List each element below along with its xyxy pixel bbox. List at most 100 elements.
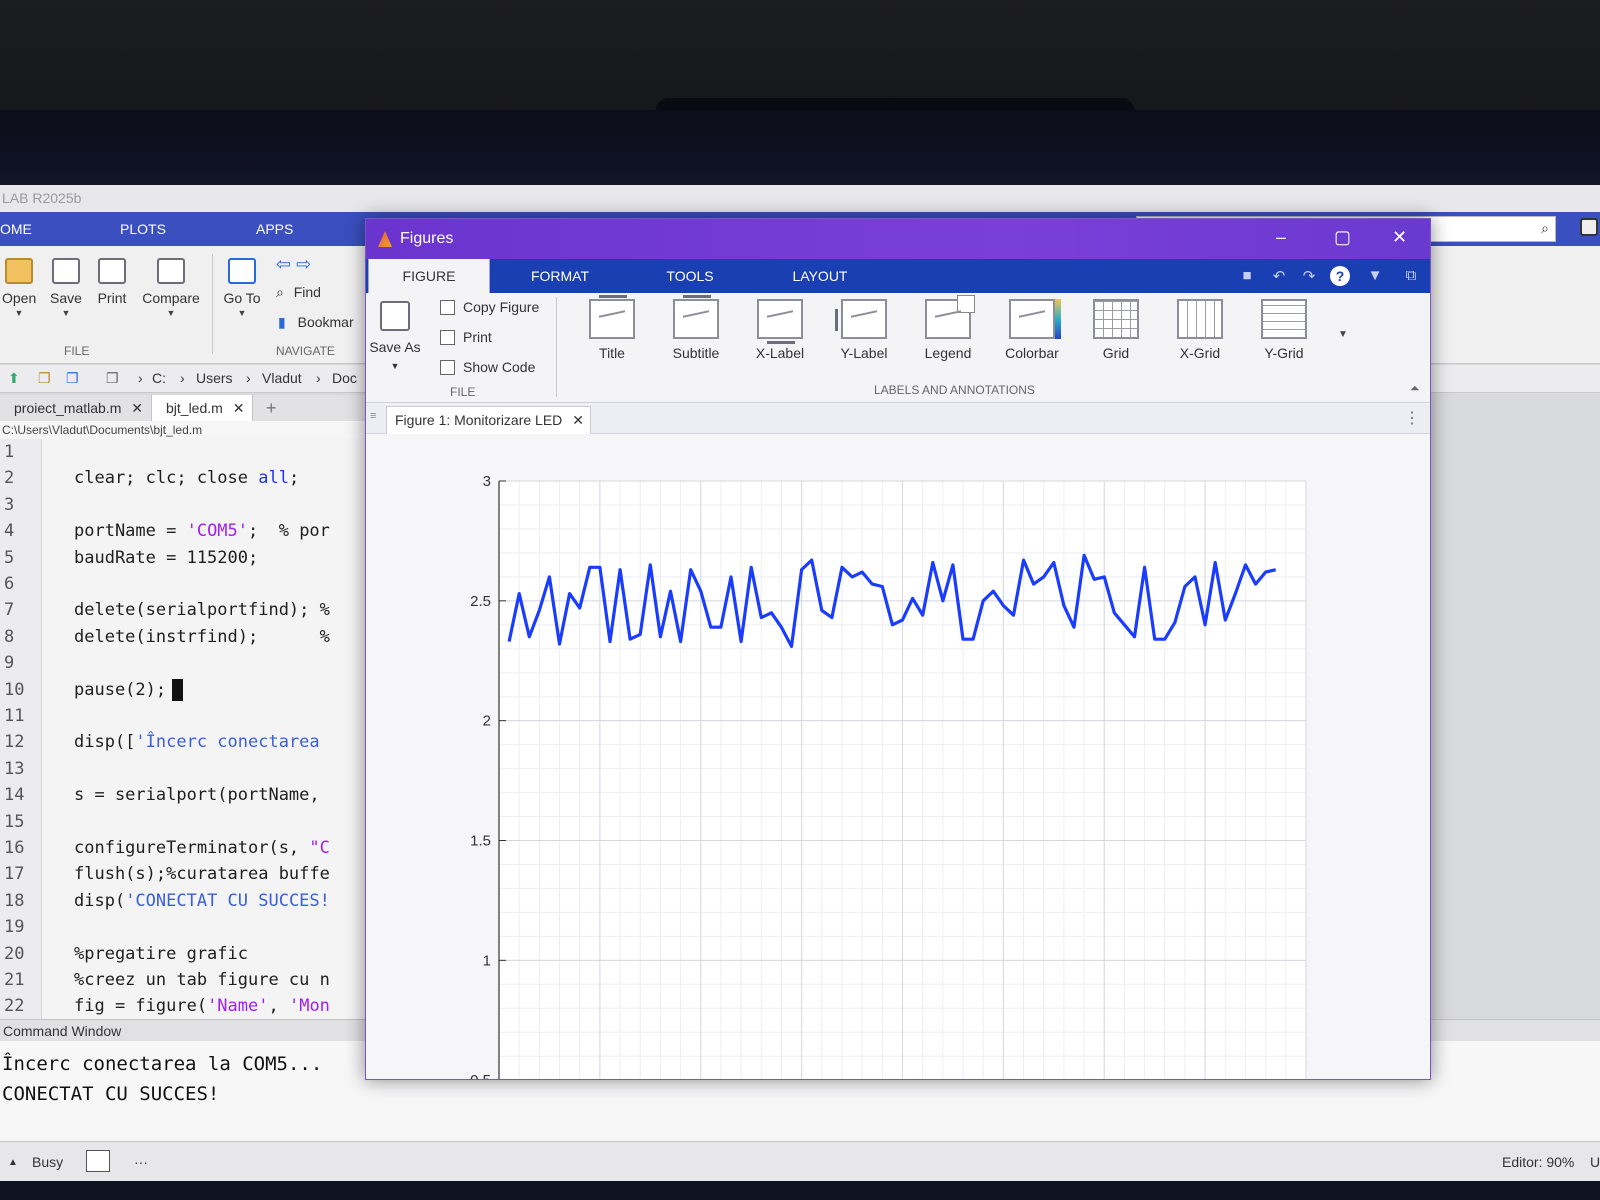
line-number: 15 xyxy=(4,811,25,832)
grid-button[interactable]: Grid xyxy=(1078,299,1154,361)
copy-figure-button[interactable]: Copy Figure xyxy=(440,299,539,315)
close-icon[interactable]: ✕ xyxy=(131,400,143,416)
breadcrumb-item[interactable]: Vladut xyxy=(262,370,302,386)
figure-tab[interactable]: Figure 1: Monitorizare LED ✕ xyxy=(386,406,591,434)
print-button[interactable]: Print xyxy=(92,258,132,306)
screen-top-edge xyxy=(0,110,1600,185)
code-line[interactable]: 2 clear; clc; close all; xyxy=(0,465,370,491)
close-icon[interactable]: ✕ xyxy=(572,412,584,428)
tab-plots[interactable]: PLOTS xyxy=(120,212,166,246)
x-label-button[interactable]: X-Label xyxy=(742,299,818,361)
legend-button-label: Legend xyxy=(924,345,972,361)
browse-folder-icon[interactable]: ❐ xyxy=(38,370,51,387)
save-icon[interactable]: ■ xyxy=(1238,267,1256,285)
breadcrumb-separator: › xyxy=(180,370,185,386)
file-tab[interactable]: bjt_led.m ✕ xyxy=(152,395,254,421)
breadcrumb-item[interactable]: Doc xyxy=(332,370,357,386)
code-token: 'Name' xyxy=(207,996,269,1017)
minimize-icon[interactable]: – xyxy=(1276,227,1286,248)
code-line[interactable]: 4 portName = 'COM5'; % por xyxy=(0,518,370,544)
y-grid-icon xyxy=(1261,299,1307,339)
code-line[interactable]: 7 delete(serialportfind); % xyxy=(0,597,370,623)
open-button[interactable]: Open ▼ xyxy=(2,258,36,318)
code-line[interactable]: 5 baudRate = 115200; xyxy=(0,545,370,571)
expand-gallery-icon[interactable]: ▼ xyxy=(1338,329,1348,340)
go-to-button[interactable]: Go To ▼ xyxy=(220,258,264,318)
code-line[interactable]: 20 %pregatire grafic xyxy=(0,941,370,967)
tab-tools[interactable]: TOOLS xyxy=(630,259,750,293)
drag-handle-icon[interactable]: ≡ xyxy=(370,410,376,422)
back-forward-icons[interactable]: ⇦ ⇨ xyxy=(276,254,311,275)
code-line[interactable]: 15 xyxy=(0,809,370,835)
title-button[interactable]: Title xyxy=(574,295,650,361)
chevron-down-icon: ▼ xyxy=(166,308,176,318)
code-line[interactable]: 21 %creez un tab figure cu n xyxy=(0,967,370,993)
chevron-up-icon[interactable]: ▲ xyxy=(8,1157,18,1168)
show-code-label: Show Code xyxy=(463,359,536,375)
breadcrumb-item[interactable]: Users xyxy=(196,370,233,386)
layout-icon[interactable] xyxy=(1580,218,1598,236)
print-figure-button[interactable]: Print xyxy=(440,329,492,345)
add-tab-icon[interactable]: + xyxy=(252,395,285,421)
file-section-label: FILE xyxy=(450,385,476,399)
figures-tabstrip: FIGURE FORMAT TOOLS LAYOUT ■ ↶ ↷ ? ▼ ⧉ xyxy=(366,259,1430,293)
code-line[interactable]: 13 xyxy=(0,756,370,782)
bookmark-button[interactable]: ▮ Bookmar xyxy=(278,314,354,331)
terminal-icon[interactable] xyxy=(86,1150,110,1172)
code-line[interactable]: 18 disp('CONECTAT CU SUCCES! xyxy=(0,888,370,914)
code-line[interactable]: 11 xyxy=(0,703,370,729)
collapse-toolstrip-icon[interactable]: ⏶ xyxy=(1410,381,1420,396)
code-line[interactable]: 10 pause(2); xyxy=(0,677,370,703)
code-editor[interactable]: 1 2 clear; clc; close all; 3 4 portName = 'CO… xyxy=(0,439,370,1019)
code-line[interactable]: 16 configureTerminator(s, "C xyxy=(0,835,370,861)
close-icon[interactable]: ✕ xyxy=(233,400,245,416)
help-icon[interactable]: ? xyxy=(1330,266,1350,286)
x-label-icon xyxy=(757,299,803,344)
redo-icon[interactable]: ↷ xyxy=(1300,267,1318,285)
legend-button[interactable]: Legend xyxy=(910,295,986,361)
code-line[interactable]: 3 xyxy=(0,492,370,518)
tab-format[interactable]: FORMAT xyxy=(500,259,620,293)
tab-home[interactable]: OME xyxy=(0,212,32,246)
subtitle-button[interactable]: Subtitle xyxy=(658,295,734,361)
folder-up-icon[interactable]: ⬆ xyxy=(8,370,20,387)
more-options-icon[interactable]: ⋮ xyxy=(1404,408,1420,428)
find-button[interactable]: ⌕ Find xyxy=(276,284,321,301)
find-label: Find xyxy=(293,284,321,300)
save-as-button[interactable]: Save As ▼ xyxy=(366,301,424,371)
code-line[interactable]: 6 xyxy=(0,571,370,597)
x-grid-button[interactable]: X-Grid xyxy=(1162,299,1238,361)
code-text: s = serialport(portName, xyxy=(74,782,320,808)
code-line[interactable]: 22 fig = figure('Name', 'Mon xyxy=(0,993,370,1019)
y-grid-button[interactable]: Y-Grid xyxy=(1246,299,1322,361)
line-number: 2 xyxy=(4,468,15,489)
more-icon[interactable]: ··· xyxy=(134,1154,148,1170)
colorbar-button[interactable]: Colorbar xyxy=(994,299,1070,361)
chevron-down-icon[interactable]: ▼ xyxy=(1366,267,1384,285)
annotations-section-label: LABELS AND ANNOTATIONS xyxy=(874,383,1035,397)
code-line[interactable]: 9 xyxy=(0,650,370,676)
find-folder-icon[interactable]: ❐ xyxy=(66,370,79,387)
code-line[interactable]: 19 xyxy=(0,914,370,940)
tab-layout[interactable]: LAYOUT xyxy=(760,259,880,293)
compare-button[interactable]: Compare ▼ xyxy=(138,258,204,318)
figure-canvas[interactable]: 0102030405060708000.511.522.53 xyxy=(366,434,1430,1079)
tab-apps[interactable]: APPS xyxy=(256,212,293,246)
code-line[interactable]: 12 disp(['Încerc conectarea xyxy=(0,729,370,755)
code-line[interactable]: 14 s = serialport(portName, xyxy=(0,782,370,808)
y-label-button[interactable]: Y-Label xyxy=(826,299,902,361)
code-line[interactable]: 1 xyxy=(0,439,370,465)
line-chart[interactable]: 0102030405060708000.511.522.53 xyxy=(366,434,1430,1079)
undock-icon[interactable]: ⧉ xyxy=(1402,267,1420,285)
save-button[interactable]: Save ▼ xyxy=(46,258,86,318)
code-line[interactable]: 8 delete(instrfind); % xyxy=(0,624,370,650)
file-section-label: FILE xyxy=(64,344,90,358)
undo-icon[interactable]: ↶ xyxy=(1270,267,1288,285)
show-code-checkbox[interactable]: Show Code xyxy=(440,359,535,375)
tab-figure[interactable]: FIGURE xyxy=(368,259,490,293)
breadcrumb-item[interactable]: C: xyxy=(152,370,166,386)
close-icon[interactable]: ✕ xyxy=(1392,227,1407,248)
file-tab[interactable]: proiect_matlab.m ✕ xyxy=(0,395,153,421)
maximize-icon[interactable]: ▢ xyxy=(1334,227,1351,248)
code-line[interactable]: 17 flush(s);%curatarea buffe xyxy=(0,861,370,887)
